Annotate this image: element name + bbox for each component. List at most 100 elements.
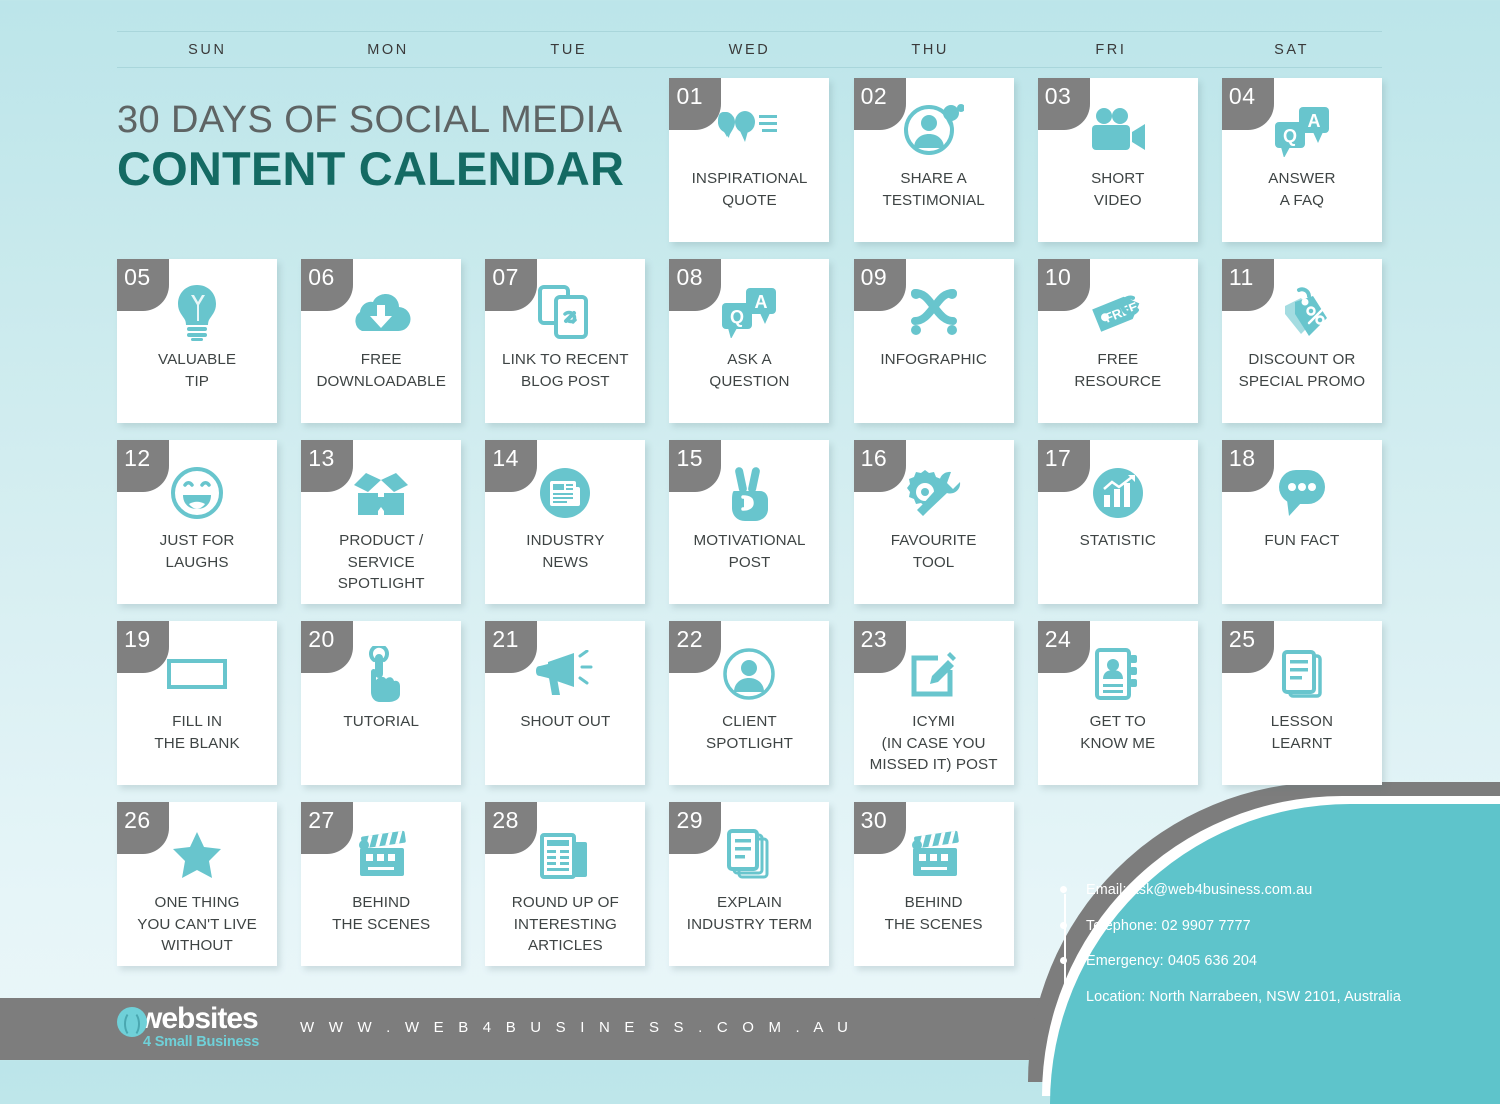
chat-dots-icon — [1222, 462, 1382, 524]
day-card-label: FUN FACT — [1264, 532, 1340, 549]
svg-text:A: A — [1307, 111, 1320, 131]
document-stack-icon — [1222, 643, 1382, 705]
smiley-face-icon — [117, 462, 277, 524]
day-card-19[interactable]: 19 FILL IN THE BLANK — [117, 621, 278, 785]
contact-panel: Email: ask@web4business.com.au Telephone… — [1056, 883, 1456, 1004]
day-card-10[interactable]: 10 FREE FREE RESOURCE — [1037, 259, 1198, 423]
day-card-label: GET TO KNOW ME — [1080, 713, 1156, 752]
document-lines-icon — [669, 824, 829, 886]
contact-emergency[interactable]: Emergency: 0405 636 204 — [1060, 954, 1456, 969]
open-box-icon — [301, 462, 461, 524]
document-link-icon — [485, 281, 645, 343]
quote-bubbles-icon — [669, 100, 829, 162]
day-card-label: PRODUCT / SERVICE SPOTLIGHT — [337, 532, 425, 593]
day-card-label: STATISTIC — [1079, 532, 1156, 549]
day-card-29[interactable]: 29 EXPLAIN INDUSTRY TERM — [669, 802, 830, 966]
news-circle-icon — [485, 462, 645, 524]
day-card-label: INSPIRATIONAL QUOTE — [691, 170, 808, 209]
person-testimonial-icon — [854, 100, 1014, 162]
weekday-header: SUN MON TUE WED THU FRI SAT — [117, 31, 1382, 68]
day-card-label: INFOGRAPHIC — [880, 351, 987, 368]
user-circle-icon — [669, 643, 829, 705]
day-card-label: SHARE A TESTIMONIAL — [882, 170, 985, 209]
newspaper-icon — [485, 824, 645, 886]
contact-email[interactable]: Email: ask@web4business.com.au — [1060, 883, 1456, 898]
day-card-18[interactable]: 18 FUN FACT — [1221, 440, 1382, 604]
day-card-27[interactable]: 27 BEHIND THE SCENES — [301, 802, 462, 966]
star-icon — [117, 824, 277, 886]
svg-text:Q: Q — [730, 307, 744, 327]
clapperboard-icon — [301, 824, 461, 886]
day-card-20[interactable]: 20 TUTORIAL — [301, 621, 462, 785]
day-card-label: BEHIND THE SCENES — [884, 894, 983, 933]
blank-rectangle-icon — [117, 643, 277, 705]
megaphone-icon — [485, 643, 645, 705]
day-card-09[interactable]: 09 INFOGRAPHIC — [853, 259, 1014, 423]
day-card-label: CLIENT SPOTLIGHT — [705, 713, 793, 752]
day-card-02[interactable]: 02 SHARE A TESTIMONIAL — [853, 78, 1014, 242]
day-card-30[interactable]: 30 BEHIND THE SCENES — [853, 802, 1014, 966]
gear-wrench-icon — [854, 462, 1014, 524]
day-card-label: VALUABLE TIP — [157, 351, 237, 390]
chart-circle-icon — [1038, 462, 1198, 524]
weekday-sat: SAT — [1274, 41, 1310, 58]
day-card-label: ROUND UP OF INTERESTING ARTICLES — [511, 894, 619, 955]
day-card-21[interactable]: 21 SHOUT OUT — [485, 621, 646, 785]
day-card-label: SHORT VIDEO — [1091, 170, 1145, 209]
day-card-03[interactable]: 03 SHORT VIDEO — [1037, 78, 1198, 242]
cloud-download-icon — [301, 281, 461, 343]
weekday-fri: FRI — [1095, 41, 1127, 58]
day-card-label: ONE THING YOU CAN'T LIVE WITHOUT — [137, 894, 257, 955]
calendar-empty-cell — [301, 78, 461, 242]
calendar-page: SUN MON TUE WED THU FRI SAT 30 DAYS OF SOCIAL … — [0, 0, 1500, 1060]
day-card-16[interactable]: 16 FAVOURITE TOOL — [853, 440, 1014, 604]
day-card-label: FAVOURITE TOOL — [890, 532, 977, 571]
day-card-26[interactable]: 26 ONE THING YOU CAN'T LIVE WITHOUT — [117, 802, 278, 966]
day-card-12[interactable]: 12 JUST FOR LAUGHS — [117, 440, 278, 604]
calendar-empty-cell — [485, 78, 645, 242]
lightbulb-icon — [117, 281, 277, 343]
contact-location: Location: North Narrabeen, NSW 2101, Aus… — [1060, 989, 1456, 1004]
day-card-06[interactable]: 06 FREE DOWNLOADABLE — [301, 259, 462, 423]
infographic-knot-icon — [854, 281, 1014, 343]
day-card-label: EXPLAIN INDUSTRY TERM — [686, 894, 813, 933]
percent-tags-icon — [1222, 281, 1382, 343]
day-card-15[interactable]: 15 MOTIVATIONAL POST — [669, 440, 830, 604]
contact-list: Email: ask@web4business.com.au Telephone… — [1056, 883, 1456, 1004]
day-card-label: MOTIVATIONAL POST — [693, 532, 806, 571]
video-camera-icon — [1038, 100, 1198, 162]
day-card-23[interactable]: 23 ICYMI (IN CASE YOU MISSED IT) POST — [853, 621, 1014, 785]
day-card-14[interactable]: 14 INDUSTRY NEWS — [485, 440, 646, 604]
day-card-28[interactable]: 28 ROUND UP OF INTERESTING ARTICLES — [485, 802, 646, 966]
day-card-label: SHOUT OUT — [520, 713, 611, 730]
day-card-04[interactable]: 04 A Q ANSWER A FAQ — [1221, 78, 1382, 242]
free-tag-icon: FREE — [1038, 281, 1198, 343]
day-card-label: JUST FOR LAUGHS — [159, 532, 235, 571]
day-card-24[interactable]: 24 GET TO KNOW ME — [1037, 621, 1198, 785]
day-card-label: ICYMI (IN CASE YOU MISSED IT) POST — [869, 713, 998, 774]
day-card-label: TUTORIAL — [343, 713, 420, 730]
svg-text:A: A — [755, 292, 768, 312]
contact-rail — [1064, 894, 1066, 993]
day-card-label: FREE DOWNLOADABLE — [316, 351, 446, 390]
weekday-tue: TUE — [550, 41, 588, 58]
weekday-mon: MON — [367, 41, 409, 58]
day-card-01[interactable]: 01 INSPIRATIONAL QUOTE — [669, 78, 830, 242]
day-card-07[interactable]: 07 LINK TO RECENT BLOG POST — [485, 259, 646, 423]
qa-bubbles-icon: AQ — [669, 281, 829, 343]
svg-text:Q: Q — [1283, 126, 1297, 146]
day-card-11[interactable]: 11 DISCOUNT OR SPECIAL PROMO — [1221, 259, 1382, 423]
qa-bubbles-icon: AQ — [1222, 100, 1382, 162]
tap-hand-icon — [301, 643, 461, 705]
day-card-17[interactable]: 17 STATISTIC — [1037, 440, 1198, 604]
day-card-label: LINK TO RECENT BLOG POST — [502, 351, 629, 390]
day-card-13[interactable]: 13 PRODUCT / SERVICE SPOTLIGHT — [301, 440, 462, 604]
day-card-05[interactable]: 05 VALUABLE TIP — [117, 259, 278, 423]
day-card-label: FREE RESOURCE — [1074, 351, 1162, 390]
day-card-22[interactable]: 22 CLIENT SPOTLIGHT — [669, 621, 830, 785]
day-card-25[interactable]: 25 LESSON LEARNT — [1221, 621, 1382, 785]
day-card-08[interactable]: 08 A Q ASK A QUESTION — [669, 259, 830, 423]
contact-telephone[interactable]: Telephone: 02 9907 7777 — [1060, 918, 1456, 933]
peace-hand-icon — [669, 462, 829, 524]
day-card-label: ANSWER A FAQ — [1268, 170, 1336, 209]
